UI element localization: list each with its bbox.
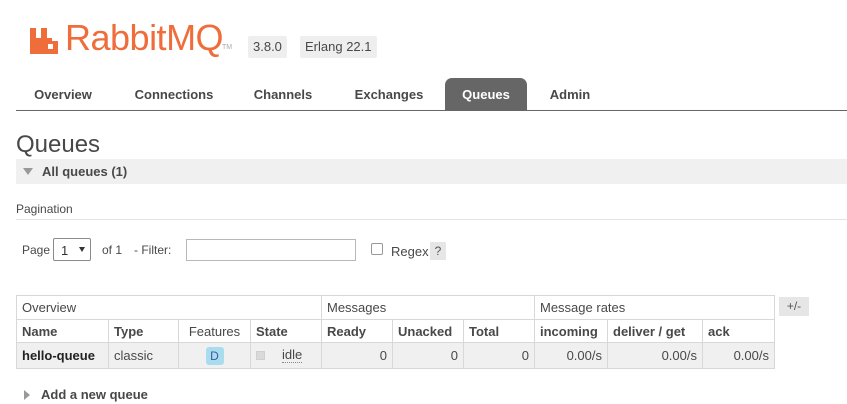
filter-label: - Filter: [134,243,172,257]
col-type[interactable]: Type [108,319,179,343]
col-features[interactable]: Features [178,319,251,343]
queue-unacked: 0 [392,342,464,369]
col-deliver-get[interactable]: deliver / get [607,319,703,343]
page-count: of 1 [102,243,123,257]
rate-incoming: 0.00/s [534,342,608,369]
pagination-heading: Pagination [16,202,73,216]
all-queues-toggle[interactable]: All queues (1) [16,159,847,184]
filter-input[interactable] [186,239,356,261]
chevron-down-icon [79,247,85,252]
collapse-triangle-icon [23,168,33,175]
column-header-row: Name Type Features State Ready Unacked T… [16,319,775,343]
columns-toggle-button[interactable]: +/- [779,297,809,316]
page-title: Queues [16,131,101,158]
col-name[interactable]: Name [16,319,109,343]
trademark: TM [222,44,233,51]
group-messages: Messages [321,295,535,320]
queue-state-cell: idle [250,342,322,369]
tab-exchanges[interactable]: Exchanges [334,78,444,110]
col-ready[interactable]: Ready [321,319,393,343]
queue-name-cell[interactable]: hello-queue [16,342,109,369]
col-unacked[interactable]: Unacked [392,319,464,343]
state-indicator-icon [256,351,265,360]
queue-total: 0 [463,342,535,369]
add-queue-toggle[interactable]: Add a new queue [24,387,148,402]
main-tabs: Overview Connections Channels Exchanges … [16,78,847,111]
col-total[interactable]: Total [463,319,535,343]
tab-queues[interactable]: Queues [445,78,527,110]
tab-connections[interactable]: Connections [116,78,232,110]
table-row[interactable]: hello-queue classic D idle 0 0 0 0.00/s … [16,342,775,369]
durable-badge[interactable]: D [205,346,224,365]
filter-row: Page 1 of 1 - Filter: Regex ? [22,238,462,262]
rate-deliver-get: 0.00/s [607,342,703,369]
column-group-row: Overview Messages Message rates [16,295,775,320]
col-incoming[interactable]: incoming [534,319,608,343]
page-select[interactable]: 1 [53,238,91,261]
add-queue-label: Add a new queue [41,387,148,402]
queue-name-link[interactable]: hello-queue [22,348,95,363]
all-queues-label: All queues (1) [42,164,128,179]
queue-type: classic [108,342,179,369]
rabbitmq-version: 3.8.0 [248,36,287,58]
queue-features-cell: D [178,342,251,369]
regex-help-button[interactable]: ? [430,242,446,260]
expand-triangle-icon [24,389,30,400]
group-overview: Overview [16,295,322,320]
pagination-divider [16,219,847,220]
regex-checkbox[interactable] [371,243,383,255]
rabbitmq-logo-icon [30,28,58,54]
erlang-version: Erlang 22.1 [300,36,377,58]
queue-state[interactable]: idle [282,348,303,363]
tab-admin[interactable]: Admin [533,78,607,110]
queue-ready: 0 [321,342,393,369]
brand-name: RabbitMQ [65,17,224,58]
queues-table: Overview Messages Message rates Name Typ… [16,295,775,369]
col-ack[interactable]: ack [702,319,775,343]
rate-ack: 0.00/s [702,342,775,369]
tab-channels[interactable]: Channels [238,78,328,110]
col-state[interactable]: State [250,319,322,343]
regex-label: Regex [391,244,429,259]
group-message-rates: Message rates [534,295,775,320]
page-label: Page [22,243,51,257]
page-select-value: 1 [61,243,69,258]
tab-overview[interactable]: Overview [16,78,110,110]
